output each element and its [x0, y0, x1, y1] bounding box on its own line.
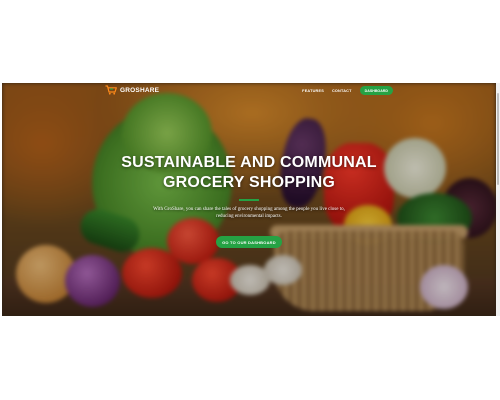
nav-link-contact[interactable]: CONTACT	[332, 89, 352, 93]
shopping-cart-icon	[105, 85, 117, 95]
hero-subtitle: With GroShare, you can share the tales o…	[153, 207, 345, 219]
scrollbar-thumb[interactable]	[497, 93, 499, 185]
brand-name: GROSHARE	[120, 86, 160, 94]
hero-title: SUSTAINABLE AND COMMUNAL GROCERY SHOPPIN…	[2, 153, 496, 193]
nav-links: FEATURES CONTACT DASHBOARD	[302, 86, 393, 95]
landing-page: GROSHARE FEATURES CONTACT DASHBOARD SUST…	[2, 83, 496, 316]
brand-logo-link[interactable]: GROSHARE	[105, 85, 159, 95]
hero-divider	[239, 199, 259, 201]
hero-title-line-2: GROCERY SHOPPING	[162, 174, 336, 191]
page-scrollbar[interactable]	[496, 83, 500, 316]
navbar: GROSHARE FEATURES CONTACT DASHBOARD	[2, 83, 496, 101]
nav-link-features[interactable]: FEATURES	[302, 89, 324, 93]
hero-title-line-1: SUSTAINABLE AND COMMUNAL	[121, 154, 377, 171]
go-to-dashboard-button[interactable]: GO TO OUR DASHBOARD	[216, 236, 282, 248]
dashboard-button[interactable]: DASHBOARD	[359, 86, 393, 95]
